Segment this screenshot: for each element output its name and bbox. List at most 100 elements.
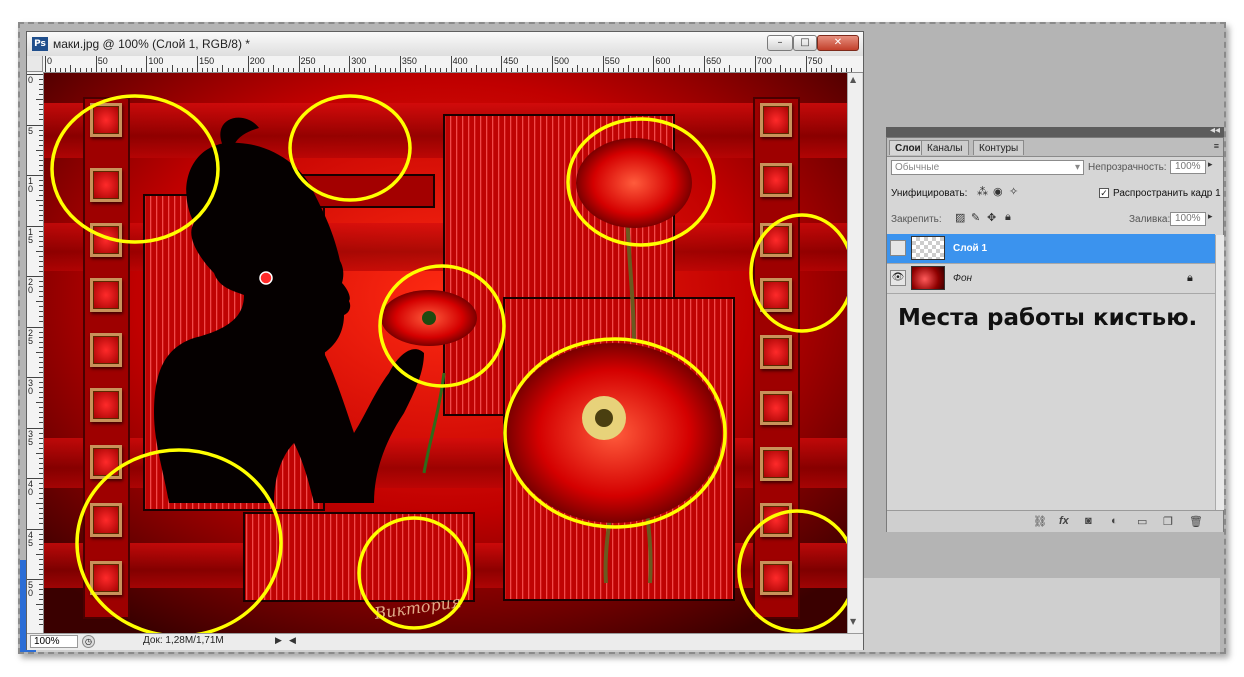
close-button[interactable]: ✕ [817, 35, 859, 51]
ruler-tick [450, 56, 452, 72]
scroll-down-icon[interactable]: ▼ [850, 617, 856, 626]
blend-mode-select[interactable]: Обычные ▾ [891, 160, 1084, 175]
vertical-scrollbar[interactable]: ▲ ▼ [847, 73, 862, 633]
unify-visibility-icon[interactable]: ◉ [993, 185, 1003, 198]
ruler-minor-tick [744, 68, 746, 72]
lock-move-icon[interactable]: ✥ [987, 211, 996, 224]
ruler-minor-tick [39, 119, 43, 121]
scroll-left-icon[interactable]: ◀ [289, 635, 296, 646]
ruler-minor-tick [815, 68, 817, 72]
vertical-ruler[interactable]: 0 5 10 15 20 25 30 35 40 45 50 [27, 72, 44, 634]
ruler-tick [805, 56, 807, 72]
ruler-label: 150 [199, 56, 215, 66]
ruler-minor-tick [36, 250, 43, 252]
link-icon[interactable]: ⛓︎ [1033, 515, 1047, 528]
ruler-minor-tick [39, 543, 43, 545]
ruler-minor-tick [729, 65, 731, 72]
ruler-tick [653, 56, 655, 72]
lock-transparent-icon[interactable]: ▨ [955, 211, 965, 224]
ruler-minor-tick [39, 205, 43, 207]
ruler-label: 0 [47, 56, 53, 66]
opacity-field[interactable]: 100% [1170, 160, 1206, 174]
ruler-minor-tick [39, 392, 43, 394]
highlight-circle [357, 516, 471, 630]
minimize-button[interactable]: – [767, 35, 793, 51]
blend-mode-value: Обычные [895, 162, 940, 173]
propagate-frame-label: Распространить кадр 1 [1113, 188, 1221, 199]
scroll-up-icon[interactable]: ▲ [850, 75, 856, 84]
highlight-circle [288, 94, 412, 202]
propagate-frame-checkbox[interactable]: ✓ [1099, 188, 1109, 198]
tab-channels[interactable]: Каналы [921, 140, 969, 155]
ruler-minor-tick [39, 397, 43, 399]
ruler-minor-tick [541, 68, 543, 72]
layer-row-background[interactable]: 👁︎ Фон 🔒︎ [887, 264, 1215, 294]
horizontal-ruler[interactable]: 0 50 100 150 200 250 300 350 400 450 500 550 600 650 7… [27, 56, 863, 73]
ruler-minor-tick [445, 68, 447, 72]
lock-paint-icon[interactable]: ✎ [971, 211, 980, 224]
ruler-minor-tick [90, 68, 92, 72]
ruler-minor-tick [785, 68, 787, 72]
ruler-minor-tick [440, 68, 442, 72]
opacity-arrow-icon[interactable]: ▸ [1208, 159, 1213, 170]
panel-dock-header[interactable]: ◂◂ [886, 125, 1224, 137]
panel-menu-icon[interactable]: ≡ [1214, 141, 1219, 151]
ruler-minor-tick [39, 180, 43, 182]
ruler-minor-tick [39, 361, 43, 363]
ruler-minor-tick [693, 68, 695, 72]
adjustment-icon[interactable]: ◐ [1111, 515, 1118, 527]
zoom-field[interactable]: 100% [30, 635, 78, 648]
ruler-minor-tick [339, 68, 341, 72]
ruler-minor-tick [166, 68, 168, 72]
layer-row-layer1[interactable]: Слой 1 [887, 234, 1215, 264]
ruler-minor-tick [739, 68, 741, 72]
group-icon[interactable]: ▭ [1137, 515, 1147, 528]
ruler-tick [501, 56, 503, 72]
ruler-minor-tick [207, 68, 209, 72]
ruler-minor-tick [379, 68, 381, 72]
ruler-minor-tick [364, 68, 366, 72]
status-options-icon[interactable]: ◷ [82, 635, 95, 648]
lock-icon: 🔒︎ [1187, 272, 1193, 284]
visibility-toggle[interactable] [890, 240, 906, 256]
ruler-minor-tick [39, 185, 43, 187]
fill-arrow-icon[interactable]: ▸ [1208, 211, 1213, 222]
ruler-minor-tick [678, 65, 680, 72]
ruler-minor-tick [39, 432, 43, 434]
ruler-label: 750 [807, 56, 823, 66]
status-menu-arrow-icon[interactable]: ▶ [275, 635, 282, 646]
trash-icon[interactable]: 🗑︎ [1189, 515, 1203, 528]
ruler-minor-tick [192, 68, 194, 72]
ruler-minor-tick [724, 68, 726, 72]
layers-scrollbar[interactable] [1215, 235, 1224, 510]
ruler-minor-tick [39, 356, 43, 358]
ruler-minor-tick [39, 412, 43, 414]
document-title-bar[interactable]: Ps маки.jpg @ 100% (Слой 1, RGB/8) * – □… [27, 32, 863, 57]
unify-position-icon[interactable]: ⁂ [977, 185, 988, 198]
lock-all-icon[interactable]: 🔒︎ [1005, 211, 1011, 224]
ruler-tick [602, 56, 604, 72]
ruler-minor-tick [39, 321, 43, 323]
fx-icon[interactable]: fx [1059, 515, 1069, 527]
maximize-button[interactable]: □ [793, 35, 817, 51]
ruler-minor-tick [36, 452, 43, 454]
ruler-minor-tick [628, 65, 630, 72]
mask-icon[interactable]: ◙ [1085, 515, 1092, 527]
ruler-minor-tick [39, 462, 43, 464]
ruler-label: 350 [401, 56, 417, 66]
ruler-minor-tick [39, 114, 43, 116]
ruler-minor-tick [820, 68, 822, 72]
highlight-circle [566, 117, 716, 247]
eye-icon[interactable]: 👁︎ [890, 270, 906, 286]
ruler-minor-tick [39, 265, 43, 267]
ruler-label: 100 [148, 56, 164, 66]
new-layer-icon[interactable]: ❐ [1163, 515, 1173, 528]
highlight-circle [378, 264, 506, 388]
ruler-minor-tick [36, 301, 43, 303]
unify-style-icon[interactable]: ✧ [1009, 185, 1018, 198]
image-canvas[interactable]: Виктория [44, 73, 847, 633]
collapse-panel-icon[interactable]: ◂◂ [1210, 125, 1220, 136]
ruler-origin[interactable] [27, 56, 43, 72]
tab-paths[interactable]: Контуры [973, 140, 1025, 155]
fill-field[interactable]: 100% [1170, 212, 1206, 226]
